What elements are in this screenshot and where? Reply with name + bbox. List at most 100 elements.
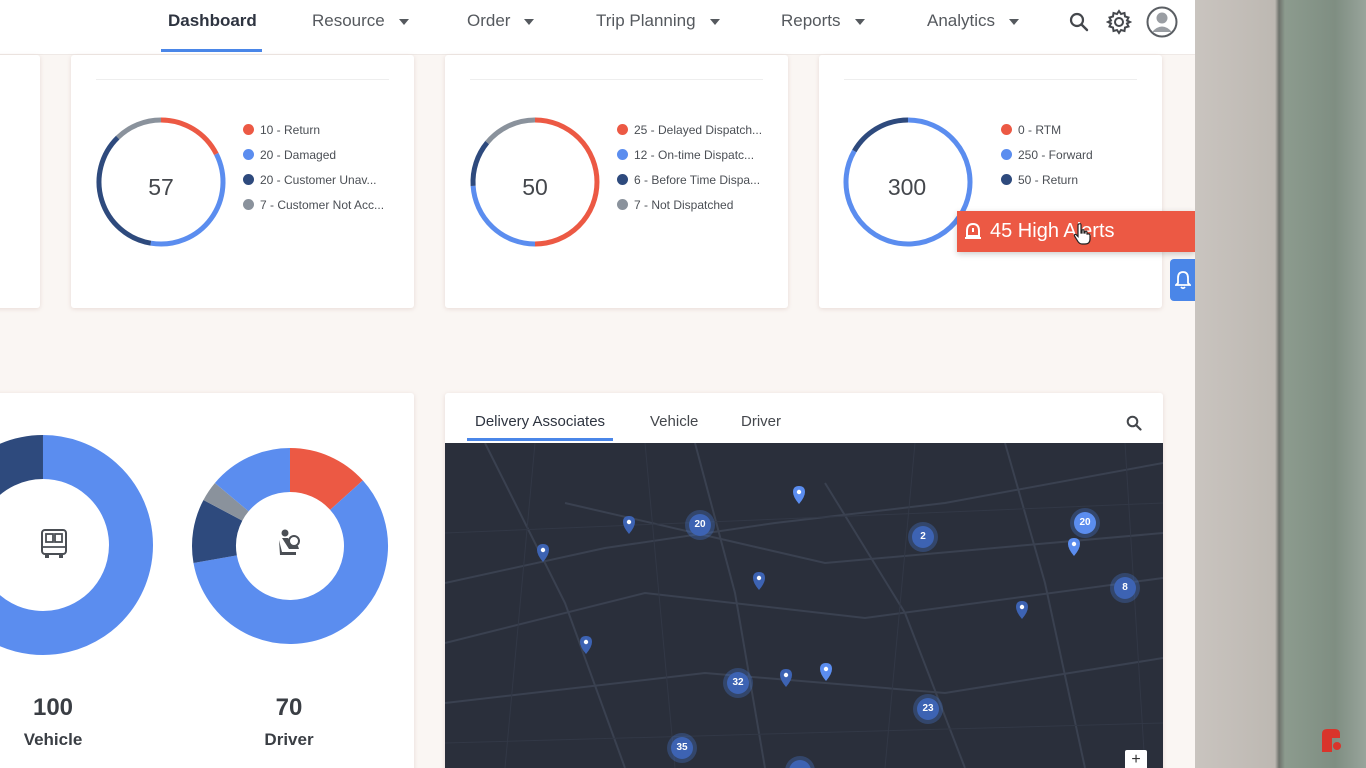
monitor-bezel	[1195, 0, 1366, 768]
legend-dot	[243, 149, 254, 160]
hand-cursor-icon	[1073, 223, 1091, 245]
legend-item: 12 - On-time Dispatc...	[617, 149, 762, 174]
summary-donut-2-total: 50	[522, 174, 548, 200]
donut-segment	[203, 483, 249, 522]
summary-legend-1: 10 - Return 20 - Damaged 20 - Customer U…	[243, 124, 384, 224]
high-alerts-label: 45 High Alerts	[990, 220, 1115, 242]
vehicle-label: Vehicle	[23, 730, 83, 749]
chevron-down-icon	[854, 18, 865, 25]
summary-legend-2: 25 - Delayed Dispatch... 12 - On-time Di…	[617, 124, 762, 224]
legend-label: 250 - Forward	[1018, 148, 1093, 162]
legend-label: 7 - Not Dispatched	[634, 198, 734, 212]
map-pin-icon[interactable]	[819, 662, 833, 682]
vehicle-donut	[0, 435, 153, 655]
legend-label: 6 - Before Time Dispa...	[634, 173, 761, 187]
map-pin-icon[interactable]	[1067, 537, 1081, 557]
legend-label: 10 - Return	[260, 123, 321, 137]
nav-order-label: Order	[467, 11, 511, 30]
app-screen: Dashboard Resource Order Trip Planning R…	[0, 0, 1195, 768]
delivery-map[interactable]: 20 2 20 8 32 23 35	[445, 443, 1163, 768]
legend-item: 0 - RTM	[1001, 124, 1093, 149]
legend-dot	[617, 149, 628, 160]
donut-segment	[160, 117, 219, 156]
alarm-icon	[965, 222, 981, 239]
legend-item: 250 - Forward	[1001, 149, 1093, 174]
map-pin-icon[interactable]	[1015, 600, 1029, 620]
tab-vehicle[interactable]: Vehicle	[650, 413, 698, 430]
map-pin-icon[interactable]	[536, 543, 550, 563]
donut-segment	[192, 500, 243, 564]
donut-segment	[0, 435, 44, 495]
map-cluster[interactable]: 8	[1114, 577, 1136, 599]
tab-delivery-associates[interactable]: Delivery Associates	[475, 413, 605, 430]
legend-label: 50 - Return	[1018, 173, 1079, 187]
summary-donut-1-total: 57	[148, 174, 174, 200]
map-cluster[interactable]: 2	[912, 526, 934, 548]
map-cluster[interactable]: 32	[727, 672, 749, 694]
donut-segment	[485, 117, 536, 145]
legend-dot	[617, 124, 628, 135]
legend-item: 50 - Return	[1001, 174, 1093, 199]
legend-item: 10 - Return	[243, 124, 384, 149]
nav-active-indicator	[161, 49, 262, 52]
card-divider	[844, 79, 1137, 80]
legend-label: 20 - Damaged	[260, 148, 337, 162]
donut-segment	[116, 117, 162, 140]
map-search-icon[interactable]	[1126, 415, 1142, 431]
nav-reports[interactable]: Reports	[781, 0, 865, 54]
map-cluster[interactable]: 20	[689, 514, 711, 536]
brand-logo-icon	[1322, 729, 1341, 752]
gear-icon[interactable]	[1106, 9, 1132, 35]
legend-dot	[1001, 124, 1012, 135]
legend-label: 7 - Customer Not Acc...	[260, 198, 385, 212]
map-cluster[interactable]: 35	[671, 737, 693, 759]
map-cluster[interactable]: 23	[917, 698, 939, 720]
card-divider	[470, 79, 763, 80]
nav-dashboard[interactable]: Dashboard	[168, 0, 257, 54]
legend-dot	[617, 174, 628, 185]
driver-count: 70	[275, 694, 303, 721]
chevron-down-icon	[398, 18, 409, 25]
nav-dashboard-label: Dashboard	[168, 11, 257, 30]
tab-active-indicator	[467, 438, 613, 441]
nav-analytics[interactable]: Analytics	[927, 0, 1020, 54]
legend-item: 20 - Customer Unav...	[243, 174, 384, 199]
nav-resource[interactable]: Resource	[312, 0, 409, 54]
notifications-tab[interactable]	[1170, 259, 1195, 301]
nav-trip-planning[interactable]: Trip Planning	[596, 0, 720, 54]
map-pin-icon[interactable]	[752, 571, 766, 591]
legend-dot	[617, 199, 628, 210]
legend-dot	[243, 199, 254, 210]
user-avatar-icon[interactable]	[1146, 6, 1178, 38]
map-pin-icon[interactable]	[579, 635, 593, 655]
nav-analytics-label: Analytics	[927, 11, 996, 30]
chevron-down-icon	[1009, 18, 1020, 25]
nav-resource-label: Resource	[312, 11, 385, 30]
map-cluster[interactable]: 20	[1074, 512, 1096, 534]
truck-icon	[41, 529, 67, 558]
high-alerts-banner[interactable]: 45 High Alerts	[957, 211, 1195, 252]
legend-item: 7 - Not Dispatched	[617, 199, 762, 224]
legend-dot	[1001, 174, 1012, 185]
legend-label: 12 - On-time Dispatc...	[634, 148, 755, 162]
driver-icon	[279, 529, 300, 555]
donut-segment	[852, 117, 909, 153]
nav-trip-planning-label: Trip Planning	[596, 11, 696, 30]
map-pin-icon[interactable]	[622, 515, 636, 535]
map-zoom-in-button[interactable]: +	[1125, 750, 1147, 768]
legend-item: 7 - Customer Not Acc...	[243, 199, 384, 224]
legend-label: 20 - Customer Unav...	[260, 173, 377, 187]
tab-driver[interactable]: Driver	[741, 413, 781, 430]
donut-segment	[289, 448, 363, 511]
legend-dot	[243, 174, 254, 185]
nav-order[interactable]: Order	[467, 0, 535, 54]
map-pin-icon[interactable]	[792, 485, 806, 505]
search-icon[interactable]	[1069, 12, 1089, 32]
legend-dot	[1001, 149, 1012, 160]
legend-dot	[243, 124, 254, 135]
legend-label: 25 - Delayed Dispatch...	[634, 123, 763, 137]
map-pin-icon[interactable]	[779, 668, 793, 688]
nav-reports-label: Reports	[781, 11, 841, 30]
legend-item: 20 - Damaged	[243, 149, 384, 174]
driver-label: Driver	[264, 730, 314, 749]
